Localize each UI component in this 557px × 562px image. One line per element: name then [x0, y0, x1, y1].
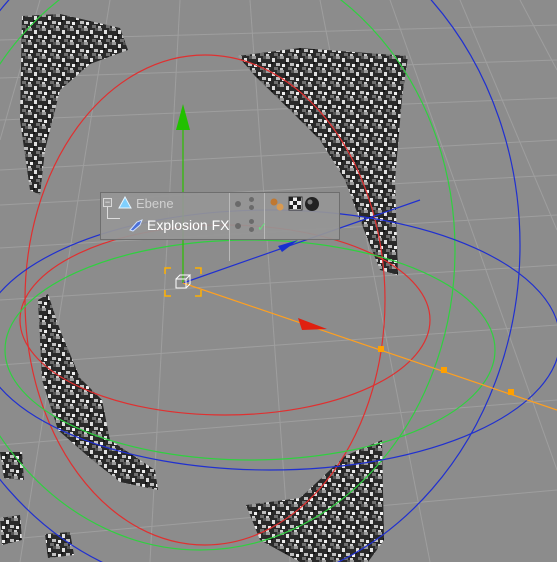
fragment-chunk-1 [0, 452, 24, 480]
texture-tag-icon [288, 196, 303, 211]
null-object-icon [118, 196, 132, 209]
object-name[interactable]: Explosion FX [147, 217, 229, 233]
editor-visibility-dot[interactable] [235, 223, 241, 229]
y-axis-handle [176, 104, 190, 130]
handle-point-2 [441, 367, 447, 373]
editor-visibility-dot[interactable] [235, 201, 241, 207]
material-tag-icon [305, 197, 319, 211]
enabled-check-icon[interactable]: ✓ [257, 221, 267, 233]
handle-point-1 [378, 346, 384, 352]
3d-viewport[interactable] [0, 0, 557, 562]
tag-icons[interactable] [269, 196, 331, 212]
render-visibility-dot[interactable] [249, 197, 254, 202]
x-axis-handle [298, 318, 327, 330]
object-row-ebene[interactable]: − Ebene [101, 193, 339, 239]
collapse-toggle-icon[interactable]: − [103, 198, 112, 207]
hierarchy-line [107, 207, 120, 219]
fragment-bottom-right [246, 440, 384, 562]
fragment-chunk-2 [0, 515, 22, 545]
phong-tag-icon [270, 198, 284, 211]
object-name[interactable]: Ebene [136, 196, 174, 211]
render-visibility-dot-2[interactable] [249, 205, 254, 210]
explosion-fragments[interactable] [0, 14, 408, 562]
render-visibility-dot-2[interactable] [249, 227, 254, 232]
render-visibility-dot[interactable] [249, 219, 254, 224]
handle-point-3 [508, 389, 514, 395]
explosion-fx-icon [129, 219, 143, 232]
column-divider [229, 215, 230, 261]
fragment-left [38, 294, 158, 490]
object-manager-panel: − Ebene Explosion FX ✓ [100, 192, 340, 261]
fragment-top-left [20, 14, 128, 195]
object-row-explosion-fx[interactable]: Explosion FX ✓ [101, 207, 339, 261]
fragment-top-right [238, 48, 408, 275]
